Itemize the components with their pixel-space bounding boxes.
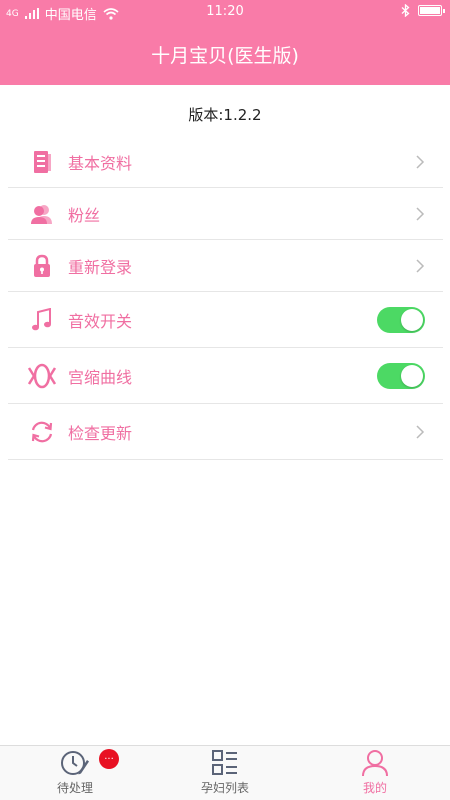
status-time: 11:20 [206, 4, 244, 19]
page-title: 十月宝贝(医生版) [151, 45, 299, 67]
clock-pen-icon [61, 751, 89, 775]
chevron-right-icon [416, 424, 425, 439]
status-right [401, 4, 445, 17]
music-note-icon [24, 302, 60, 338]
bluetooth-icon [401, 4, 410, 17]
menu-item-label: 粉丝 [68, 205, 101, 225]
menu-item-contraction-curve: 宫缩曲线 [8, 348, 443, 404]
menu-item-label: 检查更新 [68, 423, 133, 443]
menu-item-check-update[interactable]: 检查更新 [8, 404, 443, 460]
refresh-icon [24, 414, 60, 450]
menu-item-label: 基本资料 [68, 153, 133, 173]
app-bar: 十月宝贝(医生版) [0, 24, 450, 85]
tab-mine[interactable]: 我的 [300, 746, 450, 800]
status-bar: 4G 中国电信 11:20 [0, 0, 450, 24]
tab-pregnant-list[interactable]: 孕妇列表 [150, 746, 300, 800]
chevron-right-icon [416, 154, 425, 169]
menu-item-label: 音效开关 [68, 311, 133, 331]
user-icon [362, 750, 388, 777]
version-text: 版本:1.2.2 [188, 106, 262, 124]
menu-item-basic-info[interactable]: 基本资料 [8, 136, 443, 188]
menu-item-sound: 音效开关 [8, 292, 443, 348]
toggle-knob [401, 364, 423, 387]
settings-menu: 基本资料 粉丝 重新登录 音效开关 宫缩曲线 检查更新 [8, 136, 443, 460]
menu-item-fans[interactable]: 粉丝 [8, 188, 443, 240]
fans-icon [24, 196, 60, 232]
bottom-tab-bar: ... 待处理 孕妇列表 我的 [0, 745, 450, 800]
list-icon [212, 750, 237, 775]
chevron-right-icon [416, 258, 425, 273]
battery-icon [418, 5, 445, 16]
tab-label: 孕妇列表 [200, 781, 249, 795]
pending-badge: ... [99, 749, 119, 769]
menu-item-relogin[interactable]: 重新登录 [8, 240, 443, 292]
menu-item-label: 宫缩曲线 [68, 367, 133, 387]
contraction-icon [24, 358, 60, 394]
lock-icon [24, 248, 60, 284]
menu-item-label: 重新登录 [68, 257, 133, 277]
document-icon [24, 144, 60, 180]
chevron-right-icon [416, 206, 425, 221]
toggle-knob [401, 308, 423, 331]
sound-toggle[interactable] [377, 306, 425, 333]
tab-label: 待处理 [56, 781, 93, 795]
tab-pending[interactable]: ... 待处理 [0, 746, 150, 800]
tab-label: 我的 [362, 781, 387, 795]
contraction-curve-toggle[interactable] [377, 362, 425, 389]
